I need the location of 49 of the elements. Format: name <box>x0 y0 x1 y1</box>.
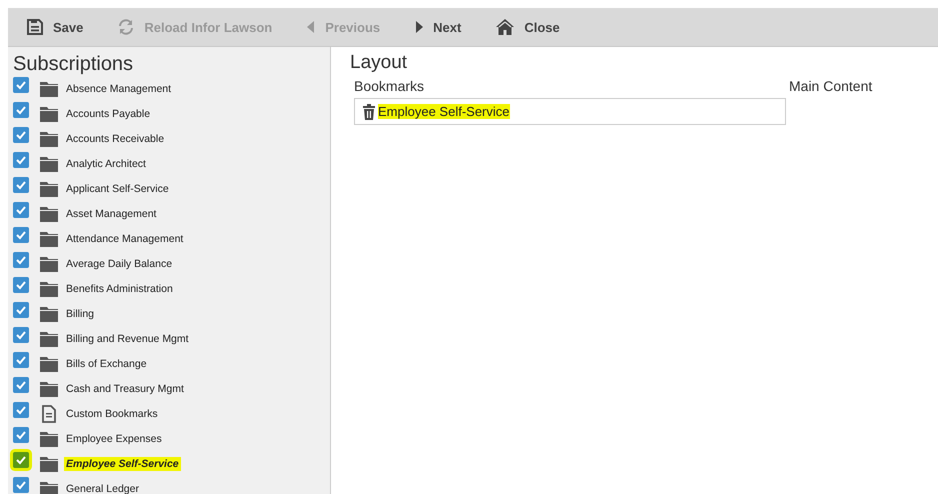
checkbox[interactable] <box>13 402 29 418</box>
list-item[interactable]: Applicant Self-Service <box>64 182 171 196</box>
column-label: Bookmarks <box>354 78 426 94</box>
checkbox[interactable] <box>13 476 29 492</box>
left-triangle-icon <box>306 20 316 34</box>
checkbox[interactable] <box>13 152 29 168</box>
list-item[interactable]: Analytic Architect <box>64 156 148 170</box>
checkbox[interactable] <box>13 452 29 468</box>
list-item[interactable]: Asset Management <box>64 206 158 220</box>
bookmark-item[interactable]: Employee Self-Service <box>378 104 510 119</box>
list-item[interactable]: Employee Expenses <box>64 432 164 446</box>
checkbox[interactable] <box>13 176 29 192</box>
checkbox[interactable] <box>13 426 29 442</box>
trash-icon <box>362 104 376 120</box>
home-icon <box>495 18 516 36</box>
checkbox[interactable] <box>13 352 29 368</box>
right-triangle-icon <box>414 20 424 34</box>
list-item[interactable]: Billing <box>64 306 96 320</box>
checkbox[interactable] <box>13 76 29 92</box>
checkbox[interactable] <box>13 326 29 342</box>
list-item[interactable]: Accounts Receivable <box>64 132 166 146</box>
checkbox[interactable] <box>13 126 29 142</box>
document-icon <box>39 404 59 424</box>
list-item[interactable]: General Ledger <box>64 482 141 494</box>
list-item[interactable]: Billing and Revenue Mgmt <box>64 332 191 346</box>
list-item[interactable]: Employee Self-Service <box>64 456 181 470</box>
checkbox[interactable] <box>13 226 29 242</box>
checkbox[interactable] <box>13 302 29 318</box>
list-item[interactable]: Bills of Exchange <box>64 356 149 370</box>
checkbox[interactable] <box>13 102 29 118</box>
list-item[interactable]: Benefits Administration <box>64 282 175 296</box>
toolbar-button[interactable]: Save <box>20 14 90 40</box>
checkbox[interactable] <box>13 276 29 292</box>
list-item[interactable]: Accounts Payable <box>64 106 152 120</box>
list-item[interactable]: Cash and Treasury Mgmt <box>64 382 186 396</box>
section-title: Layout <box>350 52 408 74</box>
checkbox[interactable] <box>13 202 29 218</box>
checkbox[interactable] <box>13 376 29 392</box>
list-item[interactable]: Custom Bookmarks <box>64 406 160 420</box>
list-item[interactable]: Absence Management <box>64 82 174 96</box>
toolbar-button[interactable]: Next <box>408 16 468 38</box>
panel-title: Subscriptions <box>13 53 134 76</box>
column-label: Main Content <box>789 78 872 96</box>
checkbox[interactable] <box>13 252 29 268</box>
reload-icon <box>117 18 136 36</box>
list-item[interactable]: Average Daily Balance <box>64 256 174 270</box>
list-item[interactable]: Attendance Management <box>64 232 186 246</box>
toolbar-button[interactable]: Close <box>489 14 566 40</box>
save-icon <box>26 18 44 36</box>
